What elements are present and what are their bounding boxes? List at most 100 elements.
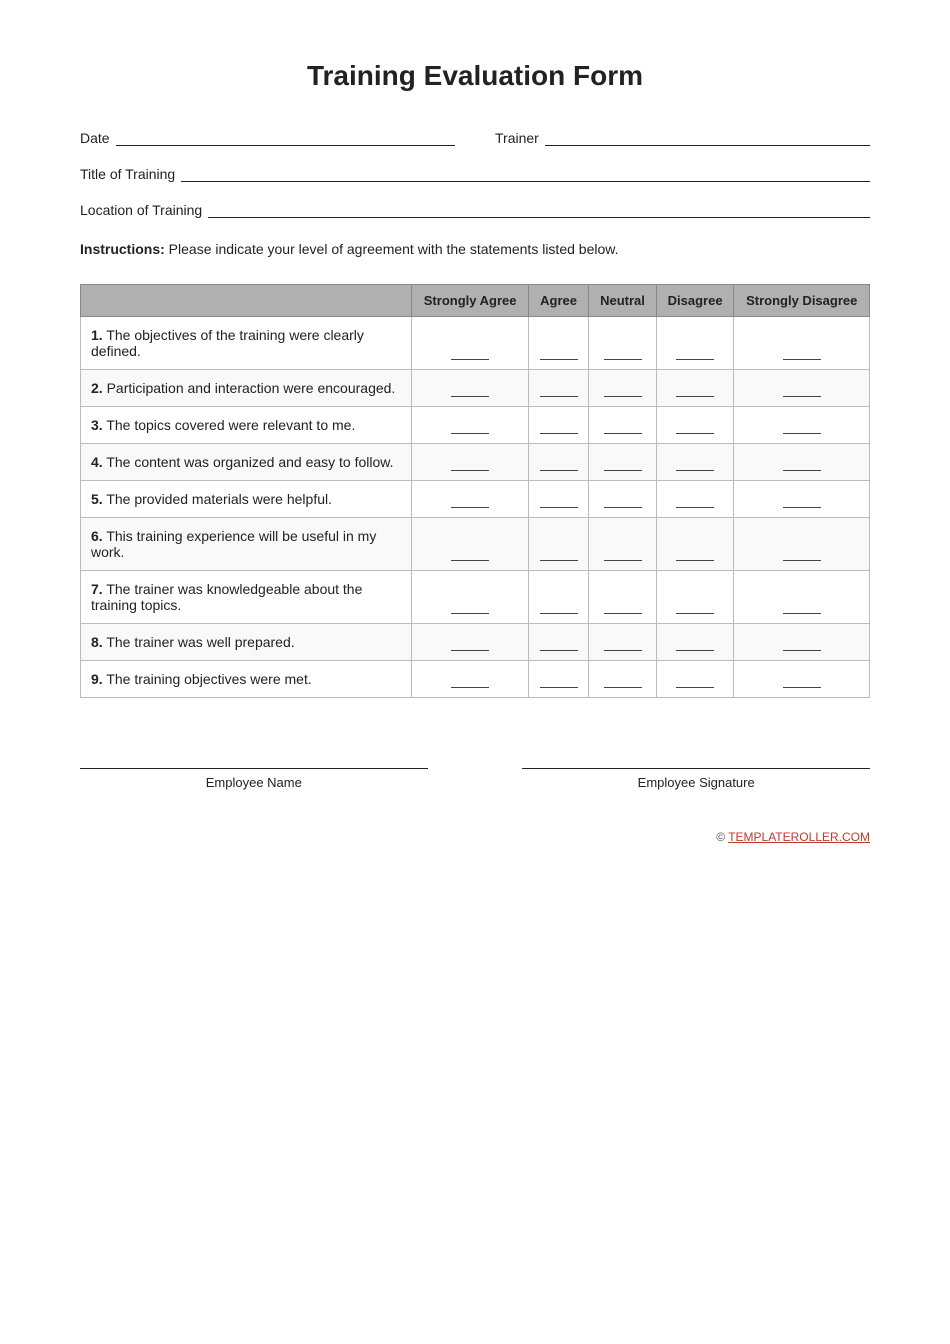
footer-link[interactable]: TEMPLATEROLLER.COM	[728, 830, 870, 844]
blank-line	[451, 396, 489, 397]
answer-neutral	[589, 481, 656, 518]
answer-agree	[528, 571, 588, 624]
answer-strongly-agree	[412, 370, 528, 407]
blank-line	[451, 687, 489, 688]
blank-line	[451, 613, 489, 614]
answer-disagree	[656, 317, 734, 370]
answer-strongly-agree	[412, 481, 528, 518]
blank-line	[783, 560, 821, 561]
blank-line	[540, 433, 578, 434]
header-statement	[81, 285, 412, 317]
table-row: 2. Participation and interaction were en…	[81, 370, 870, 407]
trainer-label: Trainer	[495, 130, 539, 146]
answer-strongly-disagree	[734, 518, 870, 571]
answer-strongly-disagree	[734, 444, 870, 481]
answer-neutral	[589, 624, 656, 661]
answer-disagree	[656, 444, 734, 481]
answer-strongly-agree	[412, 624, 528, 661]
blank-line	[540, 650, 578, 651]
answer-disagree	[656, 370, 734, 407]
answer-strongly-disagree	[734, 407, 870, 444]
answer-agree	[528, 317, 588, 370]
employee-signature-label: Employee Signature	[638, 775, 755, 790]
blank-line	[451, 560, 489, 561]
answer-disagree	[656, 624, 734, 661]
blank-line	[604, 396, 642, 397]
statement-cell: 1. The objectives of the training were c…	[81, 317, 412, 370]
trainer-line	[545, 128, 870, 146]
blank-line	[540, 470, 578, 471]
blank-line	[540, 560, 578, 561]
employee-name-label: Employee Name	[206, 775, 302, 790]
blank-line	[451, 470, 489, 471]
blank-line	[676, 613, 714, 614]
blank-line	[783, 470, 821, 471]
answer-disagree	[656, 571, 734, 624]
blank-line	[783, 433, 821, 434]
answer-neutral	[589, 444, 656, 481]
blank-line	[540, 359, 578, 360]
table-row: 7. The trainer was knowledgeable about t…	[81, 571, 870, 624]
statement-number: 5.	[91, 491, 103, 507]
date-label: Date	[80, 130, 110, 146]
header-strongly-agree: Strongly Agree	[412, 285, 528, 317]
instructions-prefix: Instructions:	[80, 241, 165, 257]
answer-strongly-disagree	[734, 624, 870, 661]
answer-strongly-agree	[412, 661, 528, 698]
answer-disagree	[656, 407, 734, 444]
blank-line	[676, 359, 714, 360]
answer-strongly-agree	[412, 407, 528, 444]
answer-agree	[528, 518, 588, 571]
statement-cell: 2. Participation and interaction were en…	[81, 370, 412, 407]
employee-name-line	[80, 768, 428, 769]
answer-strongly-agree	[412, 444, 528, 481]
blank-line	[676, 560, 714, 561]
statement-number: 1.	[91, 327, 103, 343]
answer-agree	[528, 407, 588, 444]
answer-agree	[528, 481, 588, 518]
blank-line	[604, 613, 642, 614]
blank-line	[540, 507, 578, 508]
blank-line	[604, 687, 642, 688]
blank-line	[604, 560, 642, 561]
statement-cell: 9. The training objectives were met.	[81, 661, 412, 698]
answer-strongly-disagree	[734, 317, 870, 370]
answer-neutral	[589, 407, 656, 444]
header-neutral: Neutral	[589, 285, 656, 317]
blank-line	[783, 613, 821, 614]
blank-line	[451, 359, 489, 360]
blank-line	[783, 396, 821, 397]
answer-neutral	[589, 317, 656, 370]
answer-strongly-agree	[412, 518, 528, 571]
blank-line	[540, 613, 578, 614]
table-row: 1. The objectives of the training were c…	[81, 317, 870, 370]
signature-section: Employee Name Employee Signature	[80, 758, 870, 790]
instructions-body: Please indicate your level of agreement …	[165, 241, 619, 257]
blank-line	[676, 507, 714, 508]
statement-number: 8.	[91, 634, 103, 650]
trainer-field-group: Trainer	[495, 128, 870, 146]
statement-cell: 3. The topics covered were relevant to m…	[81, 407, 412, 444]
answer-neutral	[589, 571, 656, 624]
header-strongly-disagree: Strongly Disagree	[734, 285, 870, 317]
answer-strongly-disagree	[734, 370, 870, 407]
blank-line	[783, 359, 821, 360]
answer-disagree	[656, 481, 734, 518]
employee-signature-block: Employee Signature	[522, 768, 870, 790]
table-row: 3. The topics covered were relevant to m…	[81, 407, 870, 444]
statement-number: 3.	[91, 417, 103, 433]
blank-line	[676, 396, 714, 397]
blank-line	[451, 650, 489, 651]
header-agree: Agree	[528, 285, 588, 317]
blank-line	[540, 396, 578, 397]
blank-line	[451, 433, 489, 434]
statement-cell: 5. The provided materials were helpful.	[81, 481, 412, 518]
location-of-training-row: Location of Training	[80, 200, 870, 218]
blank-line	[604, 433, 642, 434]
blank-line	[783, 687, 821, 688]
blank-line	[604, 650, 642, 651]
statement-number: 4.	[91, 454, 103, 470]
footer: © TEMPLATEROLLER.COM	[80, 830, 870, 844]
answer-strongly-disagree	[734, 571, 870, 624]
answer-agree	[528, 370, 588, 407]
